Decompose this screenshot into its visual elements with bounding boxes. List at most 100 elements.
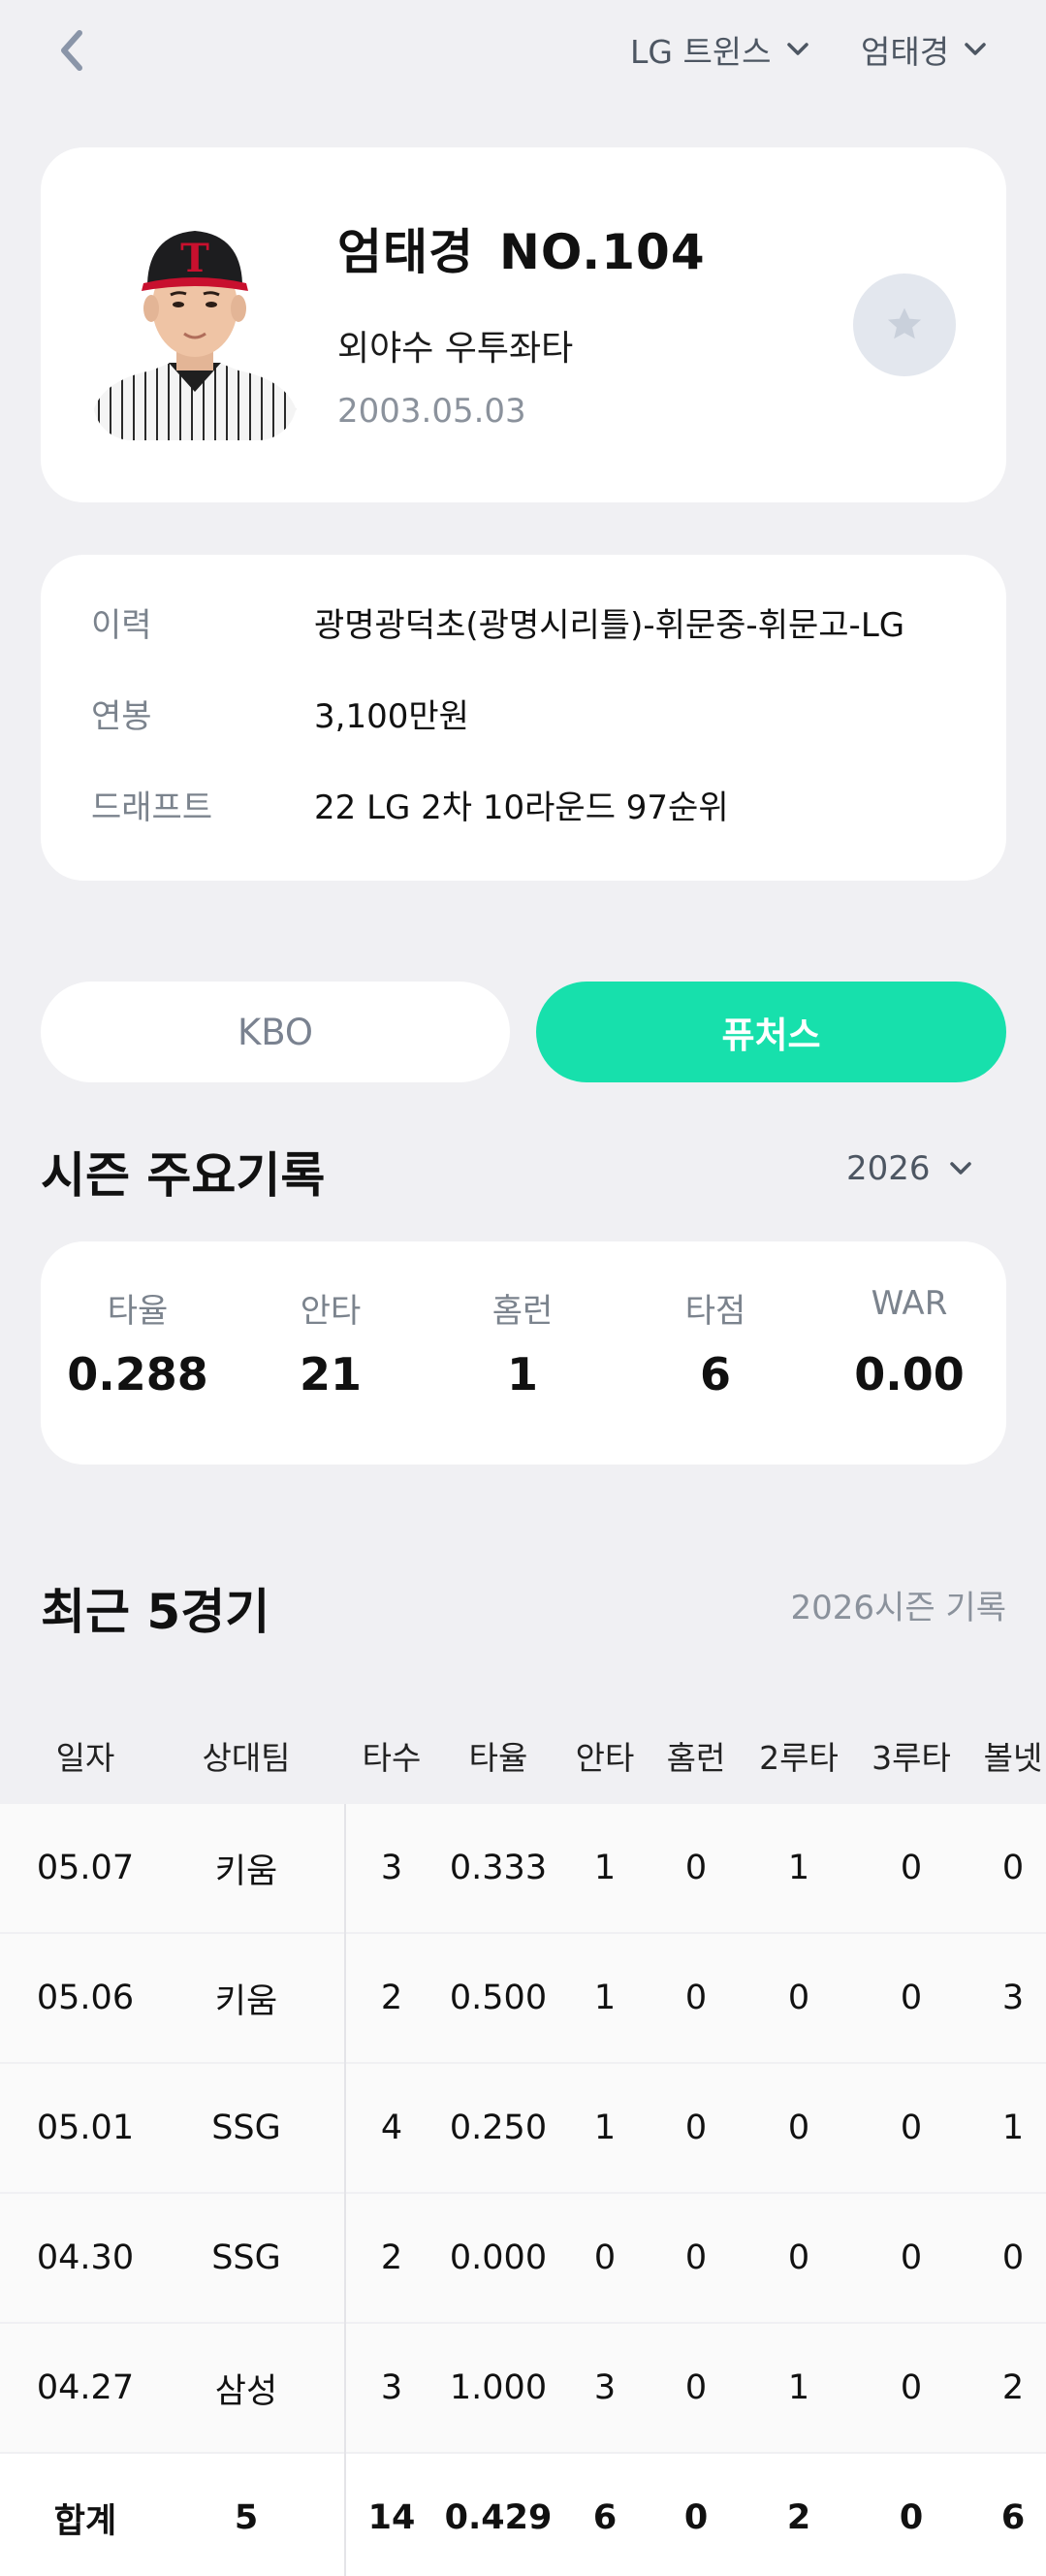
player-name-line: 엄태경 NO.104 [337, 213, 706, 283]
cell-avg: 0.000 [449, 2238, 548, 2277]
stat-value: 21 [299, 1348, 362, 1401]
cell-avg: 0.500 [449, 1979, 548, 2017]
cell-triples: 0 [899, 2498, 924, 2537]
table-total-row: 합계 5 14 0.429 6 0 2 0 6 [0, 2454, 1046, 2576]
cell-doubles: 0 [787, 1979, 810, 2017]
column-header-hits: 안타 [575, 1739, 635, 1777]
player-info-card: 이력 광명광덕초(광명시리틀)-휘문중-휘문고-LG 연봉 3,100만원 드래… [41, 555, 1006, 881]
info-value: 3,100만원 [314, 696, 469, 736]
player-name: 엄태경 [337, 224, 474, 280]
season-stats-card: 타율 0.288 안타 21 홈런 1 타점 6 WAR 0.00 [41, 1241, 1006, 1465]
cell-triples: 0 [900, 1979, 923, 2017]
cell-date: 05.01 [36, 2109, 135, 2147]
player-profile-card: T 엄태경 NO.104 외야수 우투좌타 2003.05.03 [41, 147, 1006, 502]
info-label: 드래프트 [91, 788, 213, 827]
cell-date: 04.27 [36, 2368, 135, 2407]
tab-futures[interactable]: 퓨처스 [536, 982, 1006, 1082]
cell-homeruns: 0 [684, 2238, 708, 2277]
cell-date: 05.07 [36, 1849, 135, 1887]
cell-at-bats: 3 [380, 2368, 403, 2407]
stat-label: 타율 [107, 1292, 169, 1331]
cell-hits: 0 [593, 2238, 617, 2277]
cell-homeruns: 0 [684, 2109, 708, 2147]
cell-walks: 6 [1000, 2498, 1026, 2537]
stat-homeruns: 홈런 1 [426, 1284, 619, 1401]
cell-walks: 2 [1001, 2368, 1025, 2407]
cell-triples: 0 [900, 2368, 923, 2407]
player-number: NO.104 [499, 224, 706, 280]
column-header-avg: 타율 [468, 1739, 528, 1777]
recent-games-title: 최근 5경기 [41, 1584, 270, 1640]
cell-homeruns: 0 [684, 1979, 708, 2017]
cell-date: 04.30 [36, 2238, 135, 2277]
star-icon [887, 307, 922, 339]
column-header-walks: 볼넷 [983, 1739, 1043, 1777]
cell-doubles: 1 [787, 1849, 810, 1887]
back-button[interactable] [48, 21, 97, 80]
cell-avg: 1.000 [449, 2368, 548, 2407]
chevron-down-icon [965, 43, 986, 55]
column-header-opponent: 상대팀 [202, 1739, 291, 1777]
cell-triples: 0 [900, 1849, 923, 1887]
player-birthdate: 2003.05.03 [337, 392, 526, 431]
stat-hits: 안타 21 [234, 1284, 428, 1401]
stat-value: 6 [699, 1348, 731, 1401]
player-dropdown[interactable]: 엄태경 [861, 25, 988, 74]
top-bar: LG 트윈스 엄태경 [0, 0, 1046, 97]
stat-avg: 타율 0.288 [41, 1284, 235, 1401]
column-header-doubles: 2루타 [759, 1739, 839, 1777]
cell-doubles: 0 [787, 2109, 810, 2147]
cell-opponent: SSG [211, 2109, 281, 2147]
info-label: 이력 [91, 605, 152, 645]
team-dropdown-label: LG 트윈스 [630, 33, 772, 71]
cell-hits: 6 [592, 2498, 618, 2537]
stat-label: 홈런 [491, 1292, 554, 1331]
info-row-draft: 드래프트 22 LG 2차 10라운드 97순위 [91, 780, 729, 828]
chevron-down-icon [949, 1162, 971, 1175]
cell-walks: 0 [1001, 1849, 1025, 1887]
season-year-label: 2026 [846, 1149, 931, 1188]
info-value: 22 LG 2차 10라운드 97순위 [314, 788, 729, 827]
cell-hits: 1 [593, 2109, 617, 2147]
cell-avg: 0.250 [449, 2109, 548, 2147]
team-dropdown[interactable]: LG 트윈스 [630, 25, 810, 74]
cell-doubles: 1 [787, 2368, 810, 2407]
player-position: 외야수 우투좌타 [337, 329, 574, 369]
table-row: 05.07 키움 3 0.333 1 0 1 0 0 [0, 1804, 1046, 1934]
stat-label: 안타 [300, 1292, 362, 1331]
cell-avg: 0.429 [444, 2498, 553, 2537]
stat-value: 0.00 [854, 1348, 965, 1401]
stat-value: 0.288 [67, 1348, 208, 1401]
cell-at-bats: 2 [380, 2238, 403, 2277]
cell-homeruns: 0 [683, 2498, 709, 2537]
table-row: 05.01 SSG 4 0.250 1 0 0 0 1 [0, 2064, 1046, 2194]
info-row-salary: 연봉 3,100만원 [91, 689, 469, 737]
stat-label: 타점 [684, 1292, 746, 1331]
cell-walks: 3 [1001, 1979, 1025, 2017]
stat-label: WAR [871, 1284, 948, 1323]
stat-rbi: 타점 6 [618, 1284, 812, 1401]
stat-value: 1 [506, 1348, 538, 1401]
cell-doubles: 2 [786, 2498, 811, 2537]
cell-walks: 0 [1001, 2238, 1025, 2277]
column-header-date: 일자 [55, 1739, 115, 1777]
cell-date: 합계 [53, 2501, 117, 2541]
cell-opponent: 키움 [214, 1981, 278, 2021]
cell-doubles: 0 [787, 2238, 810, 2277]
cell-at-bats: 4 [380, 2109, 403, 2147]
season-year-dropdown[interactable]: 2026 [846, 1144, 973, 1193]
player-photo: T [93, 208, 297, 440]
cell-avg: 0.333 [449, 1849, 548, 1887]
recent-games-table-header: 일자 상대팀 타수 타율 안타 홈런 2루타 3루타 볼넷 [0, 1707, 1046, 1804]
cell-hits: 1 [593, 1849, 617, 1887]
svg-text:T: T [180, 236, 209, 281]
player-dropdown-label: 엄태경 [861, 33, 950, 71]
info-row-career: 이력 광명광덕초(광명시리틀)-휘문중-휘문고-LG [91, 597, 904, 646]
table-row: 04.30 SSG 2 0.000 0 0 0 0 0 [0, 2194, 1046, 2324]
favorite-button[interactable] [853, 274, 956, 376]
cell-walks: 1 [1001, 2109, 1025, 2147]
tab-kbo[interactable]: KBO [41, 982, 510, 1082]
cell-date: 05.06 [36, 1979, 135, 2017]
cell-at-bats: 3 [380, 1849, 403, 1887]
cell-at-bats: 2 [380, 1979, 403, 2017]
